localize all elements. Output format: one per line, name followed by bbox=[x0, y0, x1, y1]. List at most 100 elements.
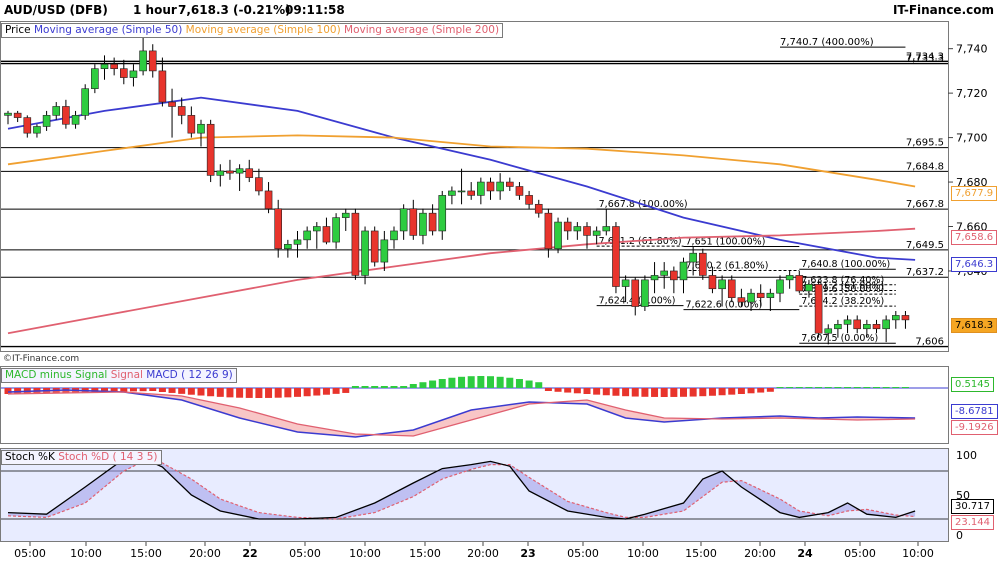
candle-body[interactable] bbox=[187, 115, 196, 134]
candle-body[interactable] bbox=[534, 203, 543, 214]
candle-body[interactable] bbox=[293, 239, 302, 245]
macd-hist-bar[interactable] bbox=[844, 387, 852, 388]
macd-hist-bar[interactable] bbox=[149, 388, 157, 391]
candle-body[interactable] bbox=[650, 275, 659, 281]
macd-hist-bar[interactable] bbox=[332, 388, 340, 394]
candle-body[interactable] bbox=[737, 297, 746, 303]
candle-body[interactable] bbox=[592, 230, 601, 236]
macd-hist-bar[interactable] bbox=[265, 388, 273, 398]
candle-body[interactable] bbox=[274, 208, 283, 250]
candle-body[interactable] bbox=[206, 123, 215, 176]
candle-body[interactable] bbox=[428, 212, 437, 232]
macd-hist-bar[interactable] bbox=[207, 388, 215, 397]
candle-body[interactable] bbox=[235, 168, 244, 174]
candle-body[interactable] bbox=[351, 212, 360, 276]
macd-hist-bar[interactable] bbox=[873, 387, 880, 388]
macd-hist-bar[interactable] bbox=[322, 388, 330, 395]
macd-hist-bar[interactable] bbox=[168, 388, 176, 393]
candle-body[interactable] bbox=[467, 190, 476, 196]
candle-body[interactable] bbox=[13, 112, 22, 118]
candle-body[interactable] bbox=[4, 112, 12, 116]
macd-hist-bar[interactable] bbox=[187, 388, 195, 395]
candle-body[interactable] bbox=[660, 270, 669, 276]
candle-body[interactable] bbox=[505, 181, 514, 187]
macd-hist-bar[interactable] bbox=[901, 387, 909, 388]
macd-hist-bar[interactable] bbox=[419, 382, 427, 388]
candle-body[interactable] bbox=[621, 279, 630, 287]
macd-hist-bar[interactable] bbox=[236, 388, 244, 398]
macd-hist-bar[interactable] bbox=[255, 388, 263, 398]
macd-hist-bar[interactable] bbox=[708, 388, 716, 396]
candle-body[interactable] bbox=[515, 186, 524, 196]
macd-hist-bar[interactable] bbox=[390, 386, 398, 388]
candle-body[interactable] bbox=[670, 270, 678, 281]
macd-hist-bar[interactable] bbox=[680, 388, 687, 397]
candle-body[interactable] bbox=[158, 70, 167, 103]
candle-body[interactable] bbox=[689, 252, 697, 263]
candle-body[interactable] bbox=[341, 212, 350, 218]
macd-hist-bar[interactable] bbox=[737, 388, 745, 394]
candle-body[interactable] bbox=[486, 181, 495, 192]
candle-body[interactable] bbox=[226, 170, 234, 174]
candle-body[interactable] bbox=[168, 101, 176, 107]
legend-ma50[interactable]: Moving average (Simple 50) bbox=[34, 24, 182, 36]
macd-hist-bar[interactable] bbox=[824, 387, 832, 388]
macd-hist-bar[interactable] bbox=[602, 388, 610, 396]
candle-body[interactable] bbox=[457, 190, 466, 193]
macd-hist-bar[interactable] bbox=[487, 376, 494, 388]
macd-hist-bar[interactable] bbox=[670, 388, 678, 397]
macd-hist-bar[interactable] bbox=[805, 387, 813, 388]
candle-body[interactable] bbox=[52, 106, 61, 116]
candle-body[interactable] bbox=[370, 230, 379, 263]
macd-hist-bar[interactable] bbox=[631, 388, 639, 397]
candle-body[interactable] bbox=[216, 170, 225, 176]
macd-hist-bar[interactable] bbox=[641, 388, 649, 397]
candle-body[interactable] bbox=[795, 275, 804, 292]
macd-hist-bar[interactable] bbox=[853, 387, 861, 388]
candle-body[interactable] bbox=[834, 324, 842, 330]
macd-hist-bar[interactable] bbox=[583, 388, 591, 394]
macd-hist-bar[interactable] bbox=[593, 388, 601, 395]
macd-hist-bar[interactable] bbox=[371, 386, 379, 388]
candle-body[interactable] bbox=[303, 230, 311, 241]
macd-hist-bar[interactable] bbox=[467, 376, 475, 388]
candle-body[interactable] bbox=[312, 226, 321, 232]
candle-body[interactable] bbox=[23, 117, 32, 134]
macd-hist-bar[interactable] bbox=[303, 388, 311, 397]
macd-hist-bar[interactable] bbox=[699, 388, 707, 397]
macd-hist-bar[interactable] bbox=[786, 387, 794, 388]
candle-body[interactable] bbox=[264, 190, 273, 210]
macd-hist-bar[interactable] bbox=[651, 388, 659, 397]
candle-body[interactable] bbox=[824, 328, 833, 334]
macd-hist-bar[interactable] bbox=[747, 388, 755, 394]
candle-body[interactable] bbox=[399, 208, 408, 232]
macd-hist-bar[interactable] bbox=[294, 388, 301, 397]
candle-body[interactable] bbox=[805, 284, 813, 292]
macd-hist-bar[interactable] bbox=[506, 377, 514, 388]
candle-body[interactable] bbox=[612, 226, 620, 287]
macd-hist-bar[interactable] bbox=[660, 388, 668, 397]
candle-body[interactable] bbox=[139, 50, 147, 72]
candle-body[interactable] bbox=[120, 68, 128, 78]
candle-body[interactable] bbox=[380, 239, 389, 263]
macd-hist-bar[interactable] bbox=[216, 388, 224, 397]
candle-body[interactable] bbox=[284, 243, 292, 250]
macd-hist-bar[interactable] bbox=[544, 388, 552, 391]
candle-body[interactable] bbox=[573, 226, 582, 232]
candle-body[interactable] bbox=[583, 226, 591, 236]
macd-hist-bar[interactable] bbox=[525, 380, 533, 388]
candle-body[interactable] bbox=[708, 275, 717, 290]
macd-hist-bar[interactable] bbox=[438, 379, 446, 388]
candle-body[interactable] bbox=[255, 177, 263, 192]
macd-hist-bar[interactable] bbox=[515, 379, 523, 388]
legend-macd-line[interactable]: MACD ( 12 26 9) bbox=[146, 369, 232, 381]
candle-body[interactable] bbox=[853, 319, 862, 330]
candle-body[interactable] bbox=[891, 315, 900, 321]
macd-hist-bar[interactable] bbox=[129, 388, 137, 392]
candle-body[interactable] bbox=[679, 261, 688, 281]
candle-body[interactable] bbox=[766, 292, 775, 298]
candle-body[interactable] bbox=[525, 195, 533, 205]
candle-body[interactable] bbox=[100, 63, 109, 69]
candle-body[interactable] bbox=[776, 279, 784, 294]
legend-macd-signal[interactable]: Signal bbox=[111, 369, 143, 381]
